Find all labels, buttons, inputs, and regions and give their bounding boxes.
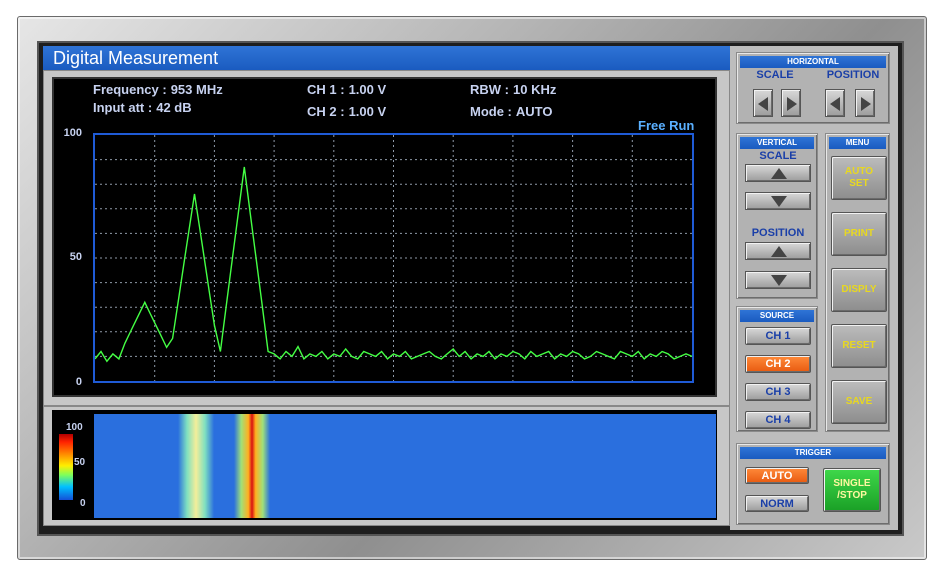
frequency-value: 953 MHz xyxy=(170,82,223,97)
arrow-up-icon xyxy=(771,168,787,179)
waterfall-colorbar xyxy=(59,434,73,500)
trigger-group: TRIGGER AUTO NORM SINGLE /STOP xyxy=(736,443,890,525)
waterfall-image xyxy=(178,414,270,518)
ch1-value: 1.00 V xyxy=(348,82,387,97)
horizontal-scale-label: SCALE xyxy=(756,69,794,81)
vertical-position-label: POSITION xyxy=(751,227,805,239)
colorbar-label-50: 50 xyxy=(74,457,86,468)
vertical-title: VERTICAL xyxy=(740,137,814,149)
ch2-label: CH 2 : xyxy=(307,104,345,119)
waterfall-band-1 xyxy=(178,414,214,518)
vertical-position-up-button[interactable] xyxy=(745,242,811,260)
arrow-right-icon xyxy=(787,97,797,111)
horizontal-position-left-button[interactable] xyxy=(825,89,845,117)
y-tick-0: 0 xyxy=(75,376,82,388)
menu-title: MENU xyxy=(829,137,886,149)
y-tick-50: 50 xyxy=(69,251,82,263)
ch1-label: CH 1 : xyxy=(307,82,345,97)
single-stop-button[interactable]: SINGLE /STOP xyxy=(823,468,881,512)
vertical-scale-down-button[interactable] xyxy=(745,192,811,210)
reset-button[interactable]: RESET xyxy=(831,324,887,368)
ch2-readout: CH 2 :1.00 V xyxy=(307,104,386,119)
arrow-down-icon xyxy=(771,196,787,207)
waterfall-display xyxy=(94,414,716,518)
horizontal-scale-left-button[interactable] xyxy=(753,89,773,117)
colorbar-label-100: 100 xyxy=(66,422,83,433)
mode-readout: Mode : AUTO xyxy=(470,104,553,119)
window-title: Digital Measurement xyxy=(43,46,730,70)
horizontal-group: HORIZONTAL SCALE POSITION xyxy=(736,52,890,124)
input-att-readout: Input att :42 dB xyxy=(93,100,192,115)
menu-group: MENU AUTO SET PRINT DISPLY RESET SAVE xyxy=(825,133,890,432)
rbw-value: 10 KHz xyxy=(513,82,557,97)
vertical-position-down-button[interactable] xyxy=(745,271,811,289)
rbw-readout: RBW : 10 KHz xyxy=(470,82,556,97)
source-ch4-button[interactable]: CH 4 xyxy=(745,411,811,429)
colorbar-label-0: 0 xyxy=(80,498,86,509)
ch2-value: 1.00 V xyxy=(348,104,387,119)
frequency-label: Frequency : xyxy=(93,82,167,97)
vertical-group: VERTICAL SCALE POSITION xyxy=(736,133,818,299)
horizontal-scale-right-button[interactable] xyxy=(781,89,801,117)
run-state: Free Run xyxy=(638,118,695,133)
rbw-label: RBW : xyxy=(470,82,509,97)
source-ch2-button[interactable]: CH 2 xyxy=(745,355,811,373)
spectrum-chart xyxy=(95,135,692,381)
y-tick-100: 100 xyxy=(63,127,82,139)
arrow-up-icon xyxy=(771,246,787,257)
input-att-label: Input att : xyxy=(93,100,153,115)
arrow-right-icon xyxy=(861,97,871,111)
waterfall-band-2 xyxy=(234,414,270,518)
mode-value: AUTO xyxy=(515,104,553,119)
source-group: SOURCE CH 1 CH 2 CH 3 CH 4 xyxy=(736,306,818,432)
save-button[interactable]: SAVE xyxy=(831,380,887,424)
print-button[interactable]: PRINT xyxy=(831,212,887,256)
horizontal-position-label: POSITION xyxy=(826,69,880,81)
mode-label: Mode : xyxy=(470,104,512,119)
trigger-norm-button[interactable]: NORM xyxy=(745,495,809,512)
ch1-readout: CH 1 :1.00 V xyxy=(307,82,386,97)
arrow-left-icon xyxy=(758,97,768,111)
vertical-scale-up-button[interactable] xyxy=(745,164,811,182)
arrow-down-icon xyxy=(771,275,787,286)
horizontal-position-right-button[interactable] xyxy=(855,89,875,117)
display-button[interactable]: DISPLY xyxy=(831,268,887,312)
frequency-readout: Frequency :953 MHz xyxy=(93,82,223,97)
auto-set-button[interactable]: AUTO SET xyxy=(831,156,887,200)
source-title: SOURCE xyxy=(740,310,814,322)
source-ch1-button[interactable]: CH 1 xyxy=(745,327,811,345)
trigger-title: TRIGGER xyxy=(740,447,886,459)
source-ch3-button[interactable]: CH 3 xyxy=(745,383,811,401)
spectrum-plot xyxy=(93,133,694,383)
trigger-auto-button[interactable]: AUTO xyxy=(745,467,809,484)
horizontal-title: HORIZONTAL xyxy=(740,56,886,68)
input-att-value: 42 dB xyxy=(156,100,192,115)
vertical-scale-label: SCALE xyxy=(759,150,797,162)
arrow-left-icon xyxy=(830,97,840,111)
